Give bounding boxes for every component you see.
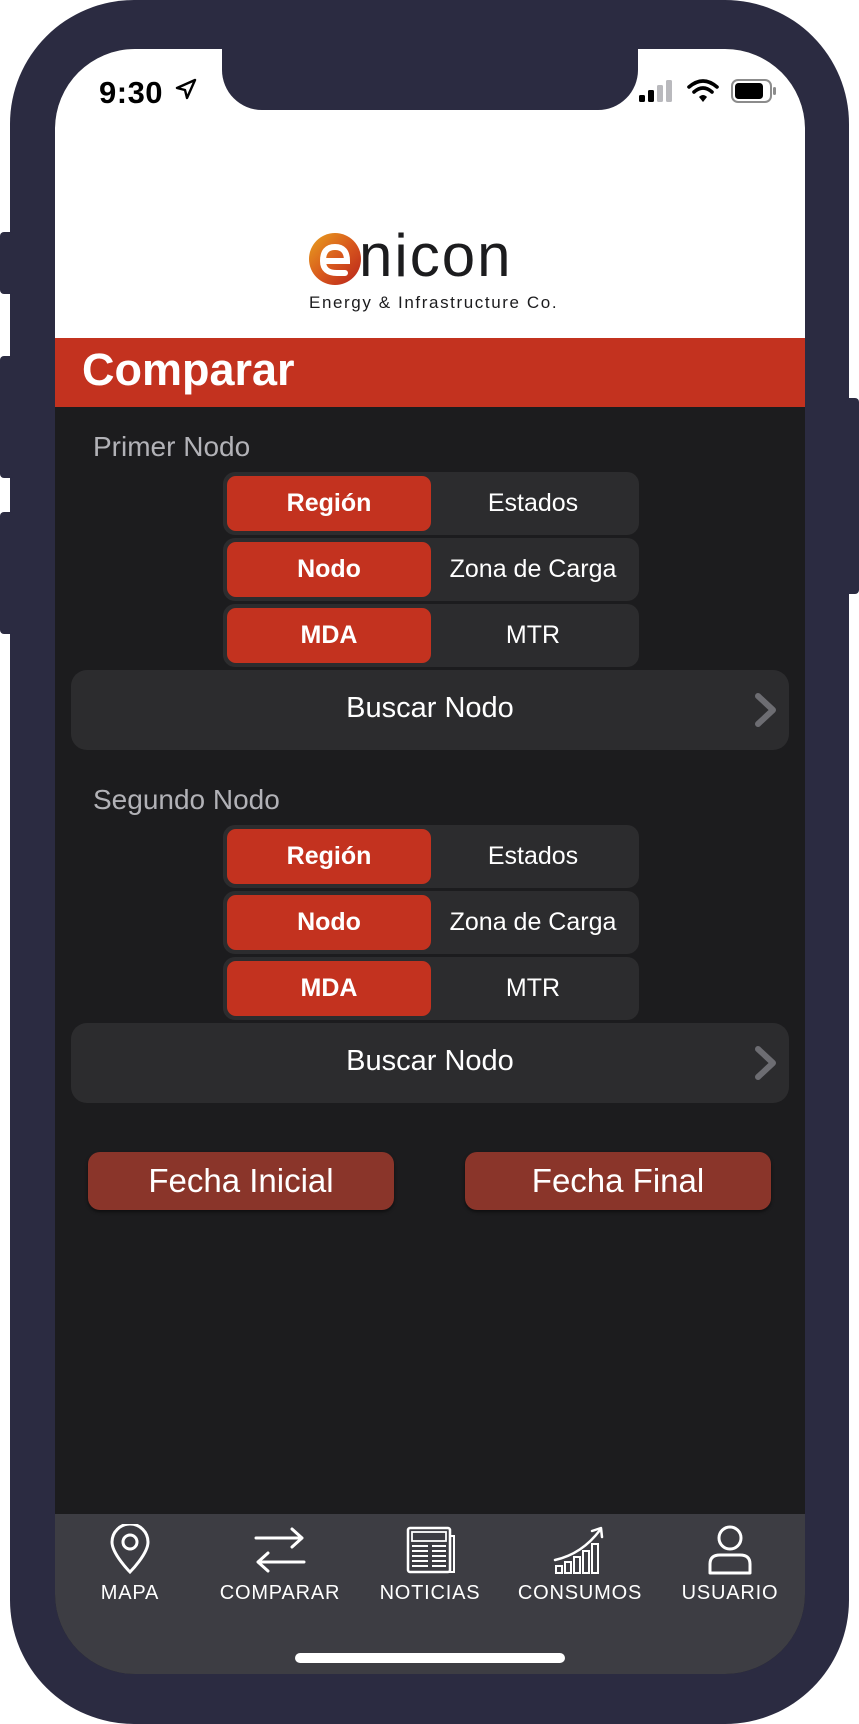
tab-noticias-label: NOTICIAS [379, 1582, 481, 1604]
second-node-type-segment: Nodo Zona de Carga [223, 891, 639, 954]
second-node-nodo-option[interactable]: Nodo [227, 895, 431, 950]
title-bar: Comparar [55, 338, 805, 407]
enicon-logo: nicon Energy & Infrastructure Co. [307, 222, 567, 319]
device-notch [222, 49, 638, 110]
location-arrow-icon [175, 78, 197, 100]
first-node-type-segment: Nodo Zona de Carga [223, 538, 639, 601]
enicon-e-logo-icon [309, 233, 361, 285]
newspaper-icon [406, 1526, 455, 1574]
second-node-market-segment: MDA MTR [223, 957, 639, 1020]
start-date-button[interactable]: Fecha Inicial [88, 1152, 394, 1210]
first-node-estados-option[interactable]: Estados [431, 476, 635, 531]
page-title: Comparar [82, 344, 295, 395]
tab-usuario-label: USUARIO [681, 1582, 779, 1604]
volume-up-button [0, 356, 14, 478]
first-node-zona-carga-option[interactable]: Zona de Carga [431, 542, 635, 597]
map-pin-icon [110, 1524, 150, 1575]
chevron-right-icon [755, 693, 776, 727]
cellular-signal-icon [639, 80, 672, 102]
status-indicators [639, 79, 777, 103]
chevron-right-icon [755, 1046, 776, 1080]
battery-icon [731, 79, 776, 103]
second-node-mda-option[interactable]: MDA [227, 961, 431, 1016]
second-node-search-label: Buscar Nodo [346, 1045, 514, 1077]
tab-bar: MAPA COMPARAR NOTICIAS CONSUMOS USUARIO [55, 1514, 805, 1674]
tab-mapa-label: MAPA [100, 1582, 160, 1604]
second-node-area-segment: Región Estados [223, 825, 639, 888]
tab-mapa[interactable]: MAPA [55, 1524, 205, 1624]
first-node-area-segment: Región Estados [223, 472, 639, 535]
end-date-button[interactable]: Fecha Final [465, 1152, 771, 1210]
first-node-mda-option[interactable]: MDA [227, 608, 431, 663]
second-node-estados-option[interactable]: Estados [431, 829, 635, 884]
first-node-market-segment: MDA MTR [223, 604, 639, 667]
second-node-label: Segundo Nodo [93, 784, 280, 815]
tab-comparar[interactable]: COMPARAR [205, 1524, 355, 1624]
first-node-search-label: Buscar Nodo [346, 692, 514, 724]
second-node-mtr-option[interactable]: MTR [431, 961, 635, 1016]
compare-arrows-icon [254, 1527, 306, 1573]
tab-noticias[interactable]: NOTICIAS [355, 1524, 505, 1624]
second-node-region-option[interactable]: Región [227, 829, 431, 884]
logo-tagline: Energy & Infrastructure Co. [309, 293, 559, 312]
wifi-icon [687, 79, 719, 102]
mute-switch [0, 232, 14, 294]
home-indicator[interactable] [295, 1653, 565, 1663]
first-node-search-button[interactable]: Buscar Nodo [71, 670, 789, 750]
app-header: 9:30 nicon Energy & Infrastructure Co. [55, 49, 805, 338]
logo-wordmark: nicon [359, 222, 513, 289]
volume-down-button [0, 512, 14, 634]
tab-usuario[interactable]: USUARIO [655, 1524, 805, 1624]
user-icon [708, 1525, 752, 1575]
second-node-search-button[interactable]: Buscar Nodo [71, 1023, 789, 1103]
app-screen: 9:30 nicon Energy & Infrastructure Co. C… [55, 49, 805, 1674]
power-button [845, 398, 859, 594]
first-node-region-option[interactable]: Región [227, 476, 431, 531]
tab-comparar-label: COMPARAR [219, 1582, 341, 1604]
growth-chart-icon [553, 1526, 604, 1574]
tab-consumos[interactable]: CONSUMOS [505, 1524, 655, 1624]
first-node-label: Primer Nodo [93, 431, 251, 462]
status-time: 9:30 [99, 75, 164, 110]
second-node-zona-carga-option[interactable]: Zona de Carga [431, 895, 635, 950]
first-node-mtr-option[interactable]: MTR [431, 608, 635, 663]
first-node-nodo-option[interactable]: Nodo [227, 542, 431, 597]
tab-consumos-label: CONSUMOS [517, 1582, 643, 1604]
